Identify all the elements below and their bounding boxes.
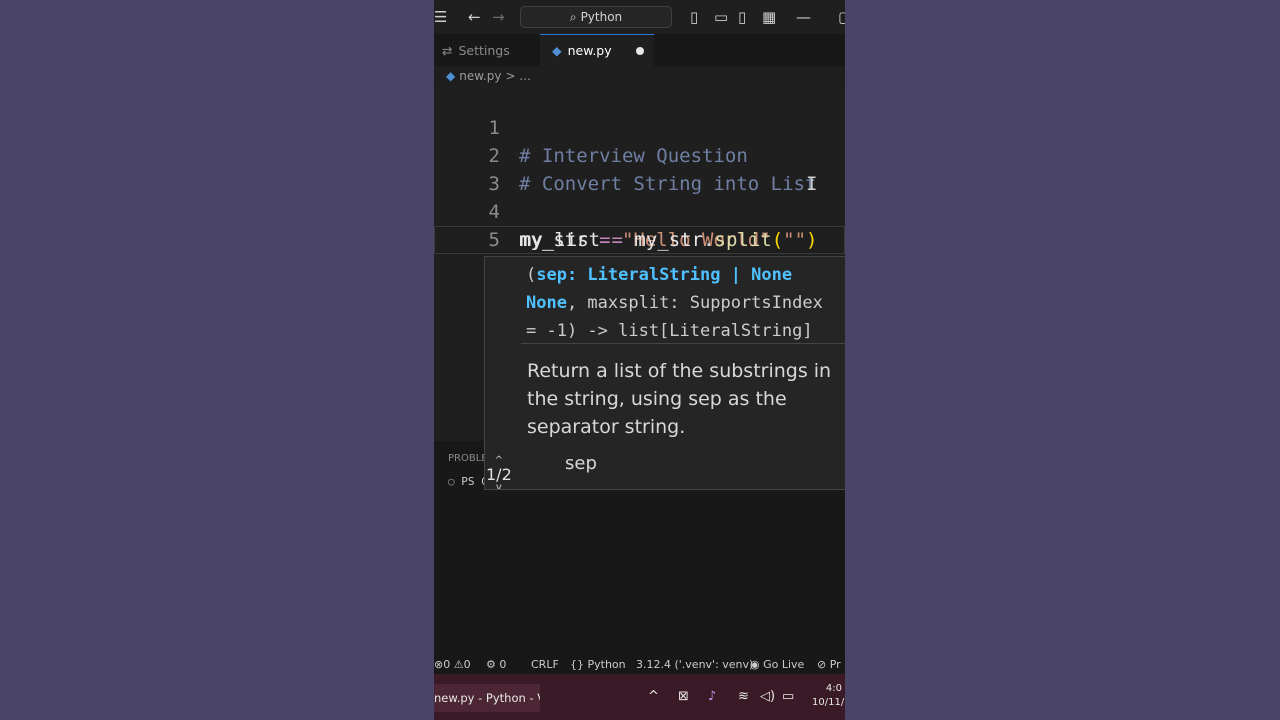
signature-help-popup[interactable]: (sep: LiteralString | None None, maxspli…	[484, 256, 845, 490]
eol-indicator[interactable]: CRLF	[531, 658, 559, 671]
minimize-icon[interactable]: —	[796, 8, 811, 26]
broadcast-icon: ◉	[750, 658, 760, 671]
ports-indicator[interactable]: ⚙ 0	[486, 658, 506, 671]
toggle-panel-icon[interactable]: ▭	[714, 8, 728, 26]
breadcrumb-file[interactable]: new.py	[459, 69, 501, 83]
braces-icon: {}	[570, 658, 584, 671]
code-line-2[interactable]: 2 # Convert String into List	[434, 114, 845, 195]
errors-warnings[interactable]: ⊗0 ⚠0	[434, 658, 471, 671]
toggle-sidebar-icon[interactable]: ▯	[690, 8, 698, 26]
search-icon: ⌕	[569, 9, 577, 24]
code-line-5[interactable]: 5	[434, 198, 845, 251]
vscode-window: ☰ ← → ⌕ Python ▯ ▭ ▯ ▦ — ▢ ⇄ Settings ◆ …	[434, 0, 845, 720]
breadcrumb-rest[interactable]: > ...	[505, 69, 530, 83]
signature-text: (sep: LiteralString | None None, maxspli…	[526, 265, 823, 341]
python-file-icon: ◆	[552, 43, 562, 58]
editor-tabs: ⇄ Settings ◆ new.py	[434, 34, 845, 66]
back-arrow-icon[interactable]: ←	[468, 8, 481, 26]
overload-pager[interactable]: ^ 1/2 v	[486, 456, 512, 490]
string-literal: ""	[783, 229, 807, 251]
object: my_str	[634, 229, 704, 251]
wifi-icon[interactable]: ≋	[738, 689, 749, 704]
customize-layout-icon[interactable]: ▦	[762, 8, 776, 26]
windows-taskbar: new.py - Python - Visu ^ ⊠ ♪ ≋ ◁) ▭ 4:0 …	[434, 674, 845, 720]
unsaved-dot-icon[interactable]	[636, 47, 644, 55]
function-name: split	[714, 229, 772, 251]
chevron-up-icon[interactable]: ^	[648, 689, 659, 704]
battery-icon[interactable]: ▭	[782, 689, 794, 704]
tab-settings-label: Settings	[458, 42, 510, 58]
maximize-icon[interactable]: ▢	[838, 8, 845, 26]
microphone-icon[interactable]: ♪	[708, 689, 716, 704]
toggle-secondary-sidebar-icon[interactable]: ▯	[738, 8, 746, 26]
volume-icon[interactable]: ◁)	[760, 689, 775, 704]
go-live-button[interactable]: ◉ Go Live	[750, 658, 804, 671]
taskbar-app-vscode[interactable]: new.py - Python - Visu	[434, 684, 540, 712]
code-line-6[interactable]: 6 my_list = my_str.split("")	[434, 226, 845, 280]
warning-icon: ⚠	[453, 658, 464, 671]
paren-close: )	[806, 229, 818, 251]
status-bar: ⊗0 ⚠0 ⚙ 0 CRLF {} Python 3.12.4 ('.venv'…	[434, 656, 845, 674]
camera-off-icon[interactable]: ⊠	[678, 689, 689, 704]
chevron-down-icon[interactable]: v	[486, 483, 512, 490]
title-bar: ☰ ← → ⌕ Python ▯ ▭ ▯ ▦ — ▢	[434, 0, 845, 34]
paren-open: (	[771, 229, 784, 251]
dot: .	[703, 229, 715, 251]
breadcrumb: ◆ new.py > ...	[434, 66, 845, 86]
terminal-circle-icon: ○	[448, 475, 462, 488]
tab-settings[interactable]: ⇄ Settings	[442, 34, 510, 66]
variable: my_list	[520, 229, 601, 251]
clock-time: 4:0	[825, 683, 842, 694]
prettier-indicator[interactable]: ⊘ Pr	[817, 658, 841, 671]
popup-divider	[521, 343, 845, 344]
code-line-3[interactable]: 3	[434, 142, 845, 195]
doc-text: Return a list of the substrings in the s…	[527, 360, 832, 438]
param-name: sep	[565, 453, 597, 474]
error-icon: ⊗	[434, 658, 444, 671]
clock-date: 10/11/	[812, 697, 845, 708]
menu-icon[interactable]: ☰	[434, 8, 447, 26]
operator: =	[600, 229, 635, 251]
settings-icon: ⇄	[442, 42, 453, 58]
ports-icon: ⚙	[486, 658, 496, 671]
command-center-search[interactable]: ⌕ Python	[520, 6, 672, 28]
python-interpreter[interactable]: 3.12.4 ('.venv': venv)	[636, 658, 753, 671]
tab-new-py-label: new.py	[567, 43, 612, 58]
language-mode[interactable]: {} Python	[570, 658, 626, 671]
system-clock[interactable]: 4:0 10/11/	[812, 682, 844, 710]
code-line-4[interactable]: 4 my_str = "Hello World" I	[434, 170, 845, 251]
code-content: my_list = my_str.split("")	[520, 226, 818, 254]
text-cursor-icon: I	[806, 173, 818, 195]
chevron-up-icon[interactable]: ^	[486, 456, 512, 466]
python-file-icon: ◆	[446, 69, 456, 83]
code-line-1[interactable]: 1 # Interview Question	[434, 86, 845, 167]
search-text: Python	[580, 10, 623, 24]
forward-arrow-icon[interactable]: →	[492, 8, 505, 26]
prettier-icon: ⊘	[817, 658, 827, 671]
tab-new-py[interactable]: ◆ new.py	[540, 34, 654, 66]
tab-problems[interactable]: PROBLE	[448, 453, 488, 464]
